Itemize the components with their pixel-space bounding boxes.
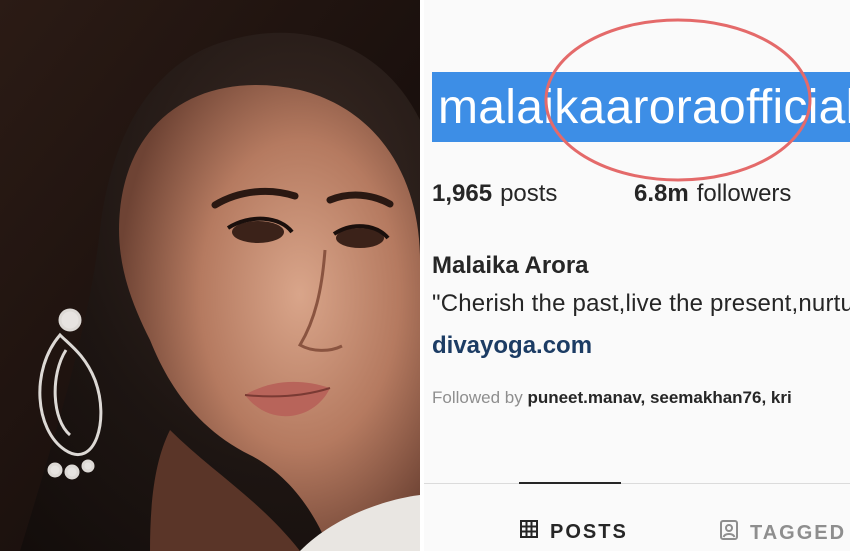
followed-by[interactable]: Followed by puneet.manav, seemakhan76, k… bbox=[432, 388, 792, 408]
tab-tagged[interactable]: TAGGED bbox=[720, 520, 846, 546]
followers-stat[interactable]: 6.8m followers bbox=[634, 180, 791, 208]
profile-full-name: Malaika Arora bbox=[432, 252, 589, 279]
portrait-illustration bbox=[0, 0, 420, 551]
posts-label: posts bbox=[500, 180, 558, 207]
profile-website-link[interactable]: divayoga.com bbox=[432, 332, 592, 360]
tabs-divider bbox=[424, 483, 850, 484]
followers-label: followers bbox=[696, 180, 792, 207]
annotation-circle bbox=[544, 18, 812, 182]
followed-by-names[interactable]: puneet.manav, seemakhan76, kri bbox=[527, 388, 791, 407]
grid-icon bbox=[520, 520, 538, 544]
posts-stat[interactable]: 1,965 posts bbox=[432, 180, 557, 208]
tag-icon bbox=[720, 520, 738, 546]
posts-count: 1,965 bbox=[432, 180, 493, 207]
followed-by-prefix: Followed by bbox=[432, 388, 523, 407]
tab-posts-label: POSTS bbox=[550, 520, 628, 543]
profile-panel: malaikaaroraofficial 1,965 posts 6.8m foll… bbox=[424, 0, 850, 551]
portrait-photo bbox=[0, 0, 420, 551]
tab-tagged-label: TAGGED bbox=[750, 521, 847, 544]
tab-posts[interactable]: POSTS bbox=[520, 520, 628, 544]
profile-bio: "Cherish the past,live the present,nurtu… bbox=[432, 290, 850, 317]
followers-count: 6.8m bbox=[634, 180, 689, 207]
active-tab-indicator bbox=[519, 482, 621, 484]
